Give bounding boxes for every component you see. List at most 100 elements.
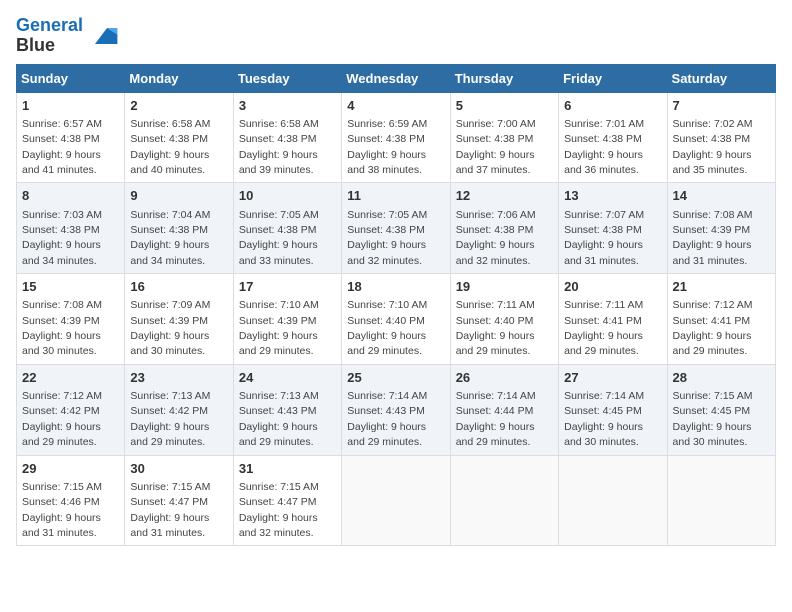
calendar-cell: 20 Sunrise: 7:11 AM Sunset: 4:41 PM Dayl… <box>559 274 667 365</box>
sunset-text: Sunset: 4:43 PM <box>347 405 425 417</box>
sunrise-text: Sunrise: 7:14 AM <box>347 390 427 402</box>
sunset-text: Sunset: 4:42 PM <box>130 405 208 417</box>
sunset-text: Sunset: 4:45 PM <box>564 405 642 417</box>
sunrise-text: Sunrise: 7:12 AM <box>22 390 102 402</box>
calendar-cell: 10 Sunrise: 7:05 AM Sunset: 4:38 PM Dayl… <box>233 183 341 274</box>
daylight-minutes: and 38 minutes. <box>347 164 422 176</box>
daylight-minutes: and 32 minutes. <box>347 255 422 267</box>
sunrise-text: Sunrise: 6:58 AM <box>239 118 319 130</box>
calendar-cell: 27 Sunrise: 7:14 AM Sunset: 4:45 PM Dayl… <box>559 364 667 455</box>
daylight-text: Daylight: 9 hours <box>130 149 209 161</box>
day-number: 25 <box>347 369 444 387</box>
sunrise-text: Sunrise: 6:57 AM <box>22 118 102 130</box>
day-number: 10 <box>239 187 336 205</box>
calendar-cell: 31 Sunrise: 7:15 AM Sunset: 4:47 PM Dayl… <box>233 455 341 546</box>
daylight-minutes: and 36 minutes. <box>564 164 639 176</box>
calendar-cell: 5 Sunrise: 7:00 AM Sunset: 4:38 PM Dayli… <box>450 92 558 183</box>
daylight-text: Daylight: 9 hours <box>130 330 209 342</box>
sunset-text: Sunset: 4:38 PM <box>456 133 534 145</box>
daylight-text: Daylight: 9 hours <box>347 149 426 161</box>
day-header-friday: Friday <box>559 64 667 92</box>
calendar-cell <box>667 455 775 546</box>
daylight-text: Daylight: 9 hours <box>347 239 426 251</box>
sunset-text: Sunset: 4:38 PM <box>130 133 208 145</box>
sunrise-text: Sunrise: 7:11 AM <box>456 299 535 311</box>
sunrise-text: Sunrise: 7:11 AM <box>564 299 643 311</box>
day-number: 20 <box>564 278 661 296</box>
sunset-text: Sunset: 4:38 PM <box>564 224 642 236</box>
sunset-text: Sunset: 4:43 PM <box>239 405 317 417</box>
sunrise-text: Sunrise: 7:03 AM <box>22 209 102 221</box>
sunrise-text: Sunrise: 7:09 AM <box>130 299 210 311</box>
calendar-header-row: SundayMondayTuesdayWednesdayThursdayFrid… <box>17 64 776 92</box>
calendar-cell: 6 Sunrise: 7:01 AM Sunset: 4:38 PM Dayli… <box>559 92 667 183</box>
daylight-minutes: and 30 minutes. <box>564 436 639 448</box>
sunset-text: Sunset: 4:42 PM <box>22 405 100 417</box>
sunset-text: Sunset: 4:40 PM <box>456 315 534 327</box>
sunset-text: Sunset: 4:38 PM <box>673 133 751 145</box>
day-number: 9 <box>130 187 227 205</box>
week-row-4: 22 Sunrise: 7:12 AM Sunset: 4:42 PM Dayl… <box>17 364 776 455</box>
calendar-cell: 4 Sunrise: 6:59 AM Sunset: 4:38 PM Dayli… <box>342 92 450 183</box>
sunset-text: Sunset: 4:46 PM <box>22 496 100 508</box>
sunset-text: Sunset: 4:38 PM <box>22 133 100 145</box>
daylight-minutes: and 31 minutes. <box>22 527 97 539</box>
sunrise-text: Sunrise: 7:10 AM <box>347 299 427 311</box>
sunset-text: Sunset: 4:38 PM <box>564 133 642 145</box>
day-header-tuesday: Tuesday <box>233 64 341 92</box>
daylight-minutes: and 33 minutes. <box>239 255 314 267</box>
day-number: 19 <box>456 278 553 296</box>
daylight-text: Daylight: 9 hours <box>564 239 643 251</box>
daylight-minutes: and 29 minutes. <box>239 436 314 448</box>
sunset-text: Sunset: 4:40 PM <box>347 315 425 327</box>
sunset-text: Sunset: 4:38 PM <box>239 224 317 236</box>
day-number: 1 <box>22 97 119 115</box>
day-header-saturday: Saturday <box>667 64 775 92</box>
calendar-cell: 14 Sunrise: 7:08 AM Sunset: 4:39 PM Dayl… <box>667 183 775 274</box>
daylight-text: Daylight: 9 hours <box>673 149 752 161</box>
calendar-cell: 28 Sunrise: 7:15 AM Sunset: 4:45 PM Dayl… <box>667 364 775 455</box>
day-number: 26 <box>456 369 553 387</box>
calendar-cell: 30 Sunrise: 7:15 AM Sunset: 4:47 PM Dayl… <box>125 455 233 546</box>
sunset-text: Sunset: 4:38 PM <box>22 224 100 236</box>
sunrise-text: Sunrise: 7:15 AM <box>673 390 753 402</box>
daylight-text: Daylight: 9 hours <box>239 512 318 524</box>
sunrise-text: Sunrise: 7:15 AM <box>239 481 319 493</box>
daylight-minutes: and 29 minutes. <box>130 436 205 448</box>
daylight-text: Daylight: 9 hours <box>347 330 426 342</box>
daylight-minutes: and 29 minutes. <box>456 436 531 448</box>
day-header-wednesday: Wednesday <box>342 64 450 92</box>
daylight-text: Daylight: 9 hours <box>239 239 318 251</box>
calendar-cell: 16 Sunrise: 7:09 AM Sunset: 4:39 PM Dayl… <box>125 274 233 365</box>
sunset-text: Sunset: 4:45 PM <box>673 405 751 417</box>
calendar-cell: 19 Sunrise: 7:11 AM Sunset: 4:40 PM Dayl… <box>450 274 558 365</box>
day-number: 5 <box>456 97 553 115</box>
calendar-cell: 15 Sunrise: 7:08 AM Sunset: 4:39 PM Dayl… <box>17 274 125 365</box>
daylight-minutes: and 31 minutes. <box>130 527 205 539</box>
daylight-text: Daylight: 9 hours <box>22 149 101 161</box>
daylight-text: Daylight: 9 hours <box>564 149 643 161</box>
calendar-table: SundayMondayTuesdayWednesdayThursdayFrid… <box>16 64 776 547</box>
sunset-text: Sunset: 4:38 PM <box>130 224 208 236</box>
calendar-cell: 29 Sunrise: 7:15 AM Sunset: 4:46 PM Dayl… <box>17 455 125 546</box>
day-number: 14 <box>673 187 770 205</box>
day-header-thursday: Thursday <box>450 64 558 92</box>
daylight-text: Daylight: 9 hours <box>673 421 752 433</box>
daylight-minutes: and 34 minutes. <box>130 255 205 267</box>
sunrise-text: Sunrise: 7:14 AM <box>456 390 536 402</box>
daylight-minutes: and 39 minutes. <box>239 164 314 176</box>
sunrise-text: Sunrise: 7:01 AM <box>564 118 644 130</box>
daylight-text: Daylight: 9 hours <box>239 330 318 342</box>
sunrise-text: Sunrise: 7:06 AM <box>456 209 536 221</box>
logo: GeneralBlue <box>16 16 119 56</box>
daylight-text: Daylight: 9 hours <box>347 421 426 433</box>
day-number: 12 <box>456 187 553 205</box>
daylight-minutes: and 29 minutes. <box>564 345 639 357</box>
daylight-text: Daylight: 9 hours <box>130 421 209 433</box>
day-number: 24 <box>239 369 336 387</box>
daylight-text: Daylight: 9 hours <box>22 330 101 342</box>
day-number: 13 <box>564 187 661 205</box>
daylight-text: Daylight: 9 hours <box>673 330 752 342</box>
week-row-2: 8 Sunrise: 7:03 AM Sunset: 4:38 PM Dayli… <box>17 183 776 274</box>
sunset-text: Sunset: 4:47 PM <box>239 496 317 508</box>
